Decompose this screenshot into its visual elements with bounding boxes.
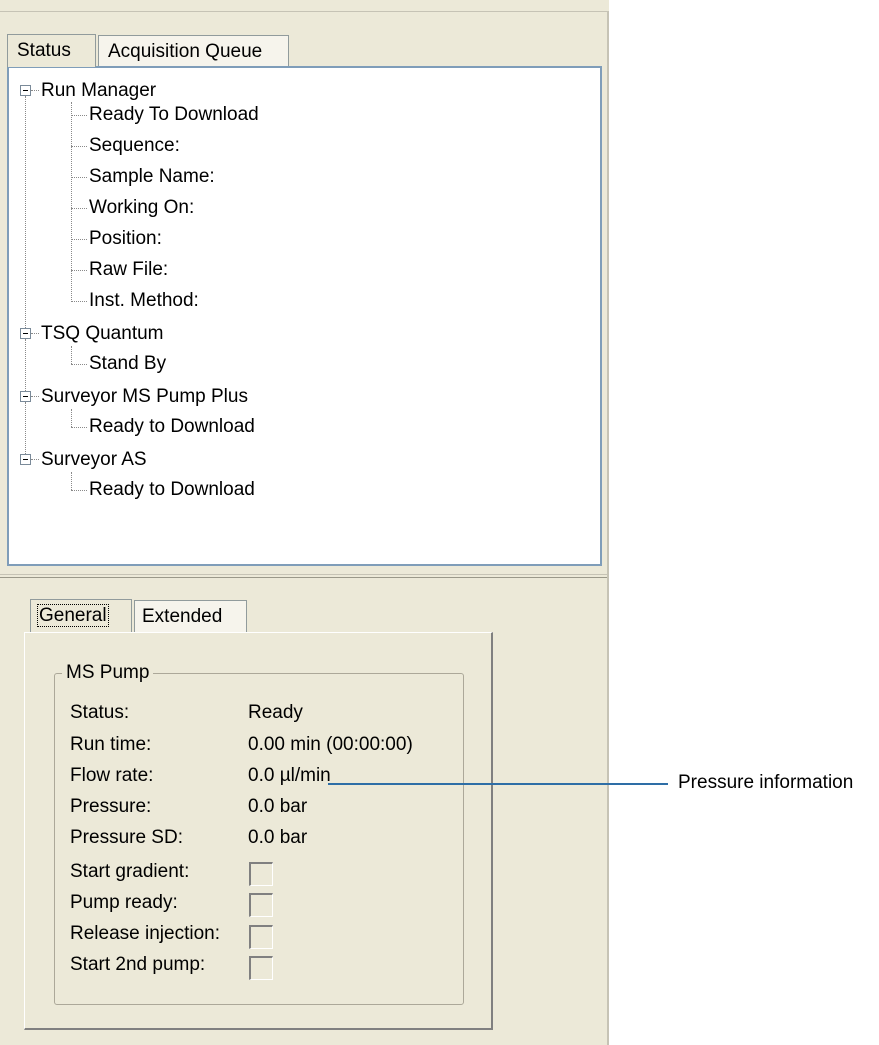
tree-node-ready-to-download[interactable]: Ready To Download: [89, 103, 259, 127]
callout-pressure-information: Pressure information: [678, 772, 854, 793]
tab-acquisition-queue[interactable]: Acquisition Queue: [98, 35, 289, 68]
run-time-label: Run time:: [70, 734, 152, 755]
tree-node-run-manager[interactable]: Run Manager: [41, 79, 156, 103]
tree-node-tsq-quantum[interactable]: TSQ Quantum: [41, 322, 164, 346]
release-injection-checkbox[interactable]: [249, 925, 273, 949]
instrument-status-panel: Status Acquisition Queue Run Manager Rea…: [0, 0, 609, 1045]
tree-node-as-ready-to-download[interactable]: Ready to Download: [89, 478, 255, 502]
pump-ready-checkbox[interactable]: [249, 893, 273, 917]
tree-node-stand-by[interactable]: Stand By: [89, 352, 166, 376]
tree-node-working-on[interactable]: Working On:: [89, 196, 194, 220]
panel-border-top: [0, 11, 609, 12]
status-value: Ready: [248, 702, 303, 723]
tree-node-surveyor-ms-pump-plus[interactable]: Surveyor MS Pump Plus: [41, 385, 248, 409]
tab-acquisition-queue-label: Acquisition Queue: [108, 41, 263, 62]
collapse-icon[interactable]: [20, 454, 31, 465]
panel-border-right: [607, 11, 609, 1045]
start-2nd-pump-label: Start 2nd pump:: [70, 954, 206, 975]
start-2nd-pump-checkbox[interactable]: [249, 956, 273, 980]
group-title: MS Pump: [62, 661, 154, 685]
status-label: Status:: [70, 702, 130, 723]
tree-node-position[interactable]: Position:: [89, 227, 162, 251]
tree-node-sample-name[interactable]: Sample Name:: [89, 165, 215, 189]
panel-splitter[interactable]: [0, 574, 607, 578]
callout-leader-line: [328, 783, 668, 785]
pump-ready-label: Pump ready:: [70, 892, 178, 913]
start-gradient-label: Start gradient:: [70, 861, 190, 882]
tree-node-sequence[interactable]: Sequence:: [89, 134, 180, 158]
flow-rate-value: 0.0 µl/min: [248, 765, 331, 786]
tree-node-surveyor-as[interactable]: Surveyor AS: [41, 448, 147, 472]
tree-node-inst-method[interactable]: Inst. Method:: [89, 289, 199, 313]
start-gradient-checkbox[interactable]: [249, 862, 273, 886]
tab-general[interactable]: General: [30, 599, 132, 632]
tab-status-label: Status: [17, 40, 71, 61]
tab-status[interactable]: Status: [7, 34, 96, 67]
tree-node-raw-file[interactable]: Raw File:: [89, 258, 168, 282]
pressure-label: Pressure:: [70, 796, 152, 817]
collapse-icon[interactable]: [20, 391, 31, 402]
flow-rate-label: Flow rate:: [70, 765, 154, 786]
tab-extended[interactable]: Extended: [134, 600, 247, 633]
pressure-sd-label: Pressure SD:: [70, 827, 183, 848]
collapse-icon[interactable]: [20, 85, 31, 96]
tab-extended-label: Extended: [142, 606, 223, 627]
pressure-value: 0.0 bar: [248, 796, 308, 817]
tree-node-pump-ready-to-download[interactable]: Ready to Download: [89, 415, 255, 439]
status-tree[interactable]: Run Manager Ready To Download Sequence: …: [7, 66, 602, 566]
pressure-sd-value: 0.0 bar: [248, 827, 308, 848]
run-time-value: 0.00 min (00:00:00): [248, 734, 413, 755]
tab-general-label: General: [37, 604, 109, 627]
release-injection-label: Release injection:: [70, 923, 220, 944]
collapse-icon[interactable]: [20, 328, 31, 339]
